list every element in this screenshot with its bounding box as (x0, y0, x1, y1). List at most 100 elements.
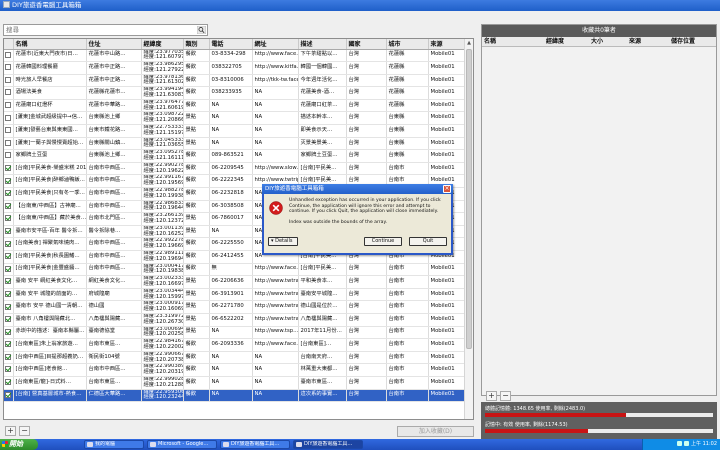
fav-column-name[interactable]: 名稱 (482, 37, 544, 46)
row-checkbox[interactable] (5, 227, 12, 234)
cell-source: Mobile01 (428, 263, 466, 277)
row-checkbox[interactable] (5, 89, 12, 96)
start-button[interactable]: 開始 (0, 439, 38, 450)
fav-column-coord[interactable]: 經緯度 (544, 37, 589, 46)
column-header-coord[interactable]: 經緯度 (141, 39, 184, 50)
row-checkbox[interactable] (5, 253, 12, 260)
row-checkbox[interactable] (5, 76, 12, 83)
table-row[interactable]: [台南東區/龍]-日式料… 台南市東區… 緯度:22.999028 經度:120.21… (4, 376, 466, 390)
row-checkbox[interactable] (5, 164, 12, 171)
table-row[interactable]: 花蓮廟口紅燈杯花蓮市中華路…緯度:23.976477經度:121.606194餐… (4, 99, 466, 113)
dialog-close-icon[interactable]: × (443, 185, 451, 193)
table-row[interactable]: [台南]平民美食-榮盛米糕 2018 台南市中西區… 緯度:22.990278 經度:… (4, 162, 466, 176)
column-header-city[interactable]: 城市 (386, 39, 429, 50)
row-select-cell (4, 263, 14, 277)
column-header-category[interactable]: 類別 (183, 39, 210, 50)
row-checkbox[interactable] (5, 316, 12, 323)
table-row[interactable]: 臺南 安平 城隍的前面的… 府城隍廟 緯度:23.003444 經度:120.1599… (4, 288, 466, 302)
row-checkbox[interactable] (5, 366, 12, 373)
row-checkbox[interactable] (5, 353, 12, 360)
taskbar-item-my-computer[interactable]: 我的電腦 (84, 440, 144, 449)
table-row[interactable]: [台南中西區]目提那超義奶… 衛民街104號 緯度:22.990667 經度:120.… (4, 351, 466, 365)
column-header-description[interactable]: 描述 (298, 39, 347, 50)
add-location-button[interactable]: + (5, 426, 16, 436)
cell-phone: 06-7860017 (209, 212, 253, 226)
search-box[interactable] (3, 24, 208, 36)
row-checkbox[interactable] (5, 215, 12, 222)
search-input[interactable] (4, 25, 194, 35)
table-row[interactable]: 花蓮韓國料理餐廳花蓮市中正路…緯度:23.986295經度:121.279222… (4, 61, 466, 75)
cell-cat: 餐飲 (183, 351, 210, 365)
row-checkbox[interactable] (5, 152, 12, 159)
table-row[interactable]: 赤崁中的描述：臺南本縣屬… 臺南德協堂 緯度:23.000694 經度:120.202… (4, 326, 466, 340)
remove-location-button[interactable]: − (19, 426, 30, 436)
row-checkbox[interactable] (5, 328, 12, 335)
continue-button[interactable]: Continue (364, 237, 402, 246)
row-checkbox[interactable] (5, 51, 12, 58)
row-checkbox[interactable] (5, 202, 12, 209)
table-row[interactable]: [台南] 營真基層城市-熱食… 仁德區大華路… 緯度:22.959306 經度:120… (4, 389, 466, 403)
table-row[interactable]: [蘆東]一蘭子與慢慢賣超始… 台東縣關山鎮… 緯度:23.045333 經度:121.… (4, 137, 466, 151)
scroll-up-icon[interactable]: ▲ (465, 39, 473, 47)
cell-desc: 林萬重大東都… (298, 363, 347, 377)
table-row[interactable]: 時光旅人早餐店花蓮市中正路…緯度:23.978136經度:121.613022餐… (4, 74, 466, 88)
row-checkbox[interactable] (5, 64, 12, 71)
scrollbar-thumb[interactable] (466, 49, 472, 349)
table-row[interactable]: 臺南市 安平 德山國一清朝… 德山國 緯度:23.000917 經度:120.1606… (4, 300, 466, 314)
remove-favorite-button[interactable]: − (500, 391, 511, 401)
row-checkbox[interactable] (5, 303, 12, 310)
memory-progress-fill (485, 413, 627, 417)
column-header-source[interactable]: 來源 (428, 39, 466, 50)
column-header-country[interactable]: 國家 (346, 39, 387, 50)
table-row[interactable]: [蘆東]金城武超級提中→信… 台東縣池上鄉 緯度:23.098722 經度:121.2… (4, 111, 466, 126)
row-checkbox[interactable] (5, 240, 12, 247)
table-row[interactable]: [台南中西區]老食館… 台南市中西區… 緯度:22.990389 經度:120.203… (4, 363, 466, 377)
row-checkbox[interactable] (5, 114, 12, 121)
grid-vertical-scrollbar[interactable]: ▲ (464, 39, 473, 419)
table-row[interactable]: 酒場法美食花蓮縣花蓮市…緯度:23.994194經度:121.630833餐飲0… (4, 86, 466, 100)
fav-column-location[interactable]: 儲存位置 (669, 37, 714, 46)
cell-country: 台灣 (346, 111, 387, 126)
row-checkbox[interactable] (5, 139, 12, 146)
fav-column-size[interactable]: 大小 (589, 37, 627, 46)
volume-icon[interactable] (684, 441, 689, 446)
quit-button[interactable]: Quit (409, 237, 447, 246)
row-checkbox[interactable] (5, 265, 12, 272)
fav-column-source[interactable]: 來源 (627, 37, 669, 46)
cell-country: 台灣 (346, 275, 387, 289)
row-checkbox[interactable] (5, 290, 12, 297)
table-row[interactable]: [台南]平民美食|金豐盛醬… 台南市中西區… 緯度:23.000417 經度:120.… (4, 263, 466, 277)
column-header-phone[interactable]: 電話 (209, 39, 253, 50)
column-header-name[interactable]: 名稱 (13, 39, 87, 50)
row-checkbox[interactable] (5, 102, 12, 109)
row-checkbox[interactable] (5, 379, 12, 386)
row-checkbox[interactable] (5, 190, 12, 197)
table-row[interactable]: [蘆東]發藝台東與東東國… 台東市鐵花路… 緯度:22.753333 經度:121.1… (4, 124, 466, 138)
table-row[interactable]: 臺南市 八角樓與陽藏北… 八角樓與陽藏… 緯度:23.319972 經度:120.26… (4, 313, 466, 327)
add-favorite-button[interactable]: + (486, 391, 497, 401)
column-header-address[interactable]: 住址 (86, 39, 142, 50)
table-row[interactable]: 臺南 安平 網紅美食文化… 網紅美食文化… 緯度:23.002333 經度:120.1… (4, 275, 466, 289)
cell-name: [台南]平民美食|秋長園鱔… (13, 250, 87, 264)
cell-url: http://www.face… (252, 263, 299, 277)
row-checkbox[interactable] (5, 278, 12, 285)
search-icon[interactable] (197, 26, 206, 34)
table-row[interactable]: [台南東區]朱上翁家旅遊… 台南市東區… 緯度:22.984167 經度:120.22… (4, 338, 466, 352)
taskbar-item-browser[interactable]: Microsoft - Google… (147, 440, 217, 449)
taskbar-item-app-2[interactable]: DIY旅遊香電腦工具… (293, 440, 363, 449)
row-checkbox[interactable] (5, 127, 12, 134)
table-row[interactable]: 家鄉牌土豆蛋台東縣池上鄉…緯度:23.095278經度:121.161111餐飲… (4, 149, 466, 163)
row-checkbox[interactable] (5, 341, 12, 348)
cell-city: 台南市 (386, 275, 429, 289)
taskbar-item-app-1[interactable]: DIY旅遊香電腦工具… (220, 440, 290, 449)
row-checkbox[interactable] (5, 177, 12, 184)
add-to-favorites-button[interactable]: 加入收藏(D) (397, 426, 474, 437)
cell-desc: 台南南天府… (298, 351, 347, 365)
details-button-label: Details (275, 238, 293, 244)
column-header-url[interactable]: 網址 (252, 39, 299, 50)
details-button[interactable]: ▾ Details (268, 237, 298, 246)
cell-name: [蘆東]金城武超級提中→信… (13, 111, 87, 126)
table-row[interactable]: 花蓮市(近東大門夜市)日… 花蓮市中山路… 緯度:23.977035 經度:121.6… (4, 49, 466, 63)
row-checkbox[interactable] (5, 391, 12, 398)
network-icon[interactable] (677, 441, 682, 446)
